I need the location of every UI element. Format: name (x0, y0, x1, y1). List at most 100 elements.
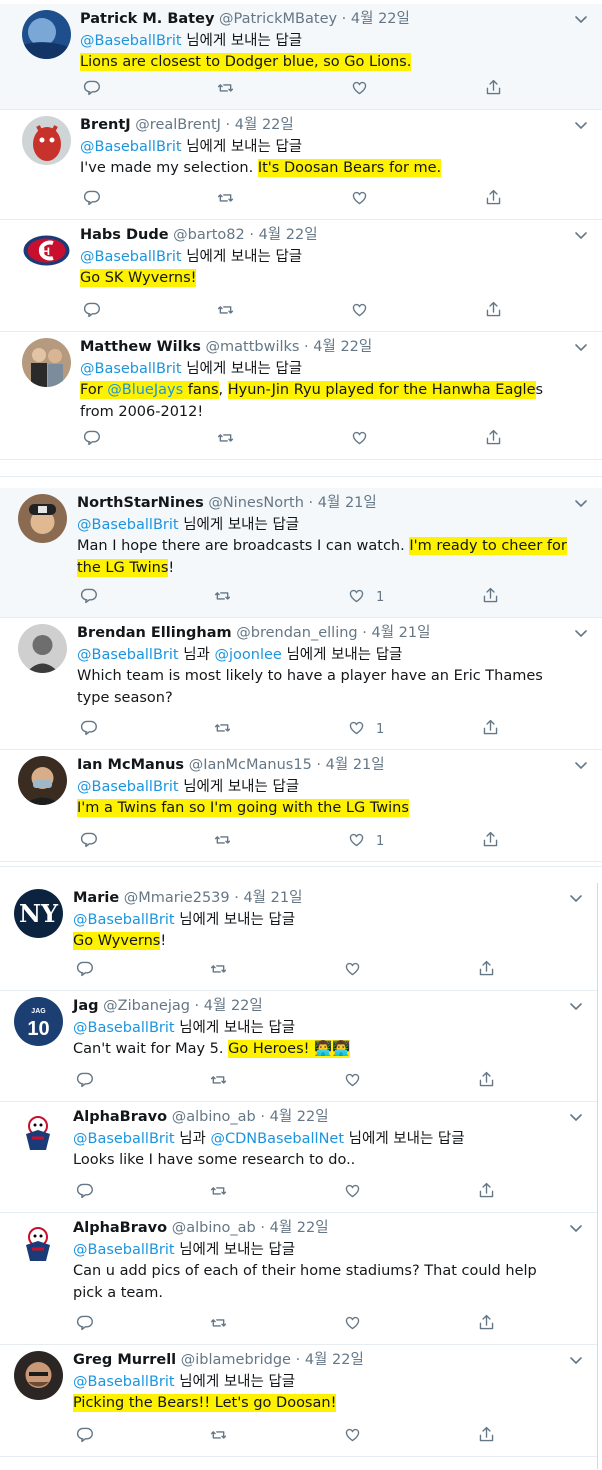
display-name[interactable]: AlphaBravo (73, 1220, 167, 1236)
reply-button[interactable] (75, 1425, 94, 1447)
mention-link[interactable]: @BaseballBrit (73, 1374, 175, 1390)
chevron-down-icon[interactable] (568, 1110, 584, 1124)
chevron-down-icon[interactable] (573, 340, 589, 354)
reply-button[interactable] (82, 428, 101, 450)
user-handle[interactable]: @NinesNorth (208, 495, 304, 511)
retweet-button[interactable] (209, 1070, 228, 1092)
avatar[interactable] (14, 1108, 63, 1157)
tweet-card[interactable]: H Habs Dude @barto82 · 4월 22일 @BaseballBri… (0, 220, 602, 332)
tweet-date[interactable]: 4월 22일 (204, 998, 263, 1014)
tweet-card[interactable]: NY Marie @Mmarie2539 · 4월 21일 @BaseballBri… (0, 883, 597, 991)
share-button[interactable] (477, 959, 496, 981)
like-button[interactable] (350, 78, 379, 100)
retweet-button[interactable] (216, 300, 235, 322)
like-button[interactable]: 1 (347, 586, 384, 608)
chevron-down-icon[interactable] (573, 118, 589, 132)
user-handle[interactable]: @barto82 (173, 227, 245, 243)
avatar[interactable] (22, 116, 71, 165)
retweet-button[interactable] (209, 1181, 228, 1203)
reply-button[interactable] (75, 959, 94, 981)
tweet-date[interactable]: 4월 22일 (351, 11, 410, 27)
reply-button[interactable] (75, 1313, 94, 1335)
display-name[interactable]: Brendan Ellingham (77, 625, 232, 641)
user-handle[interactable]: @albino_ab (172, 1109, 256, 1125)
reply-button[interactable] (79, 718, 98, 740)
retweet-button[interactable] (213, 718, 232, 740)
like-button[interactable]: 1 (347, 830, 384, 852)
tweet-card[interactable]: Patrick M. Batey @PatrickMBatey · 4월 22일… (0, 4, 602, 110)
retweet-button[interactable] (213, 830, 232, 852)
tweet-date[interactable]: 4월 22일 (235, 117, 294, 133)
retweet-button[interactable] (209, 1425, 228, 1447)
avatar[interactable] (18, 624, 67, 673)
display-name[interactable]: Matthew Wilks (80, 339, 201, 355)
tweet-date[interactable]: 4월 22일 (259, 227, 318, 243)
retweet-button[interactable] (216, 78, 235, 100)
display-name[interactable]: Jag (73, 998, 99, 1014)
like-button[interactable] (350, 300, 379, 322)
mention-link[interactable]: @BlueJays (107, 381, 184, 399)
display-name[interactable]: Greg Murrell (73, 1352, 176, 1368)
user-handle[interactable]: @brendan_elling (236, 625, 357, 641)
mention-link[interactable]: @BaseballBrit (77, 779, 179, 795)
share-button[interactable] (477, 1181, 496, 1203)
avatar[interactable]: H (22, 226, 71, 275)
mention-link[interactable]: @joonlee (214, 647, 281, 663)
tweet-card[interactable]: AlphaBravo @albino_ab · 4월 22일 @BaseballB… (0, 1102, 597, 1213)
like-button[interactable] (350, 428, 379, 450)
tweet-date[interactable]: 4월 22일 (313, 339, 372, 355)
tweet-date[interactable]: 4월 21일 (243, 890, 302, 906)
chevron-down-icon[interactable] (573, 12, 589, 26)
like-button[interactable] (343, 1070, 372, 1092)
chevron-down-icon[interactable] (568, 999, 584, 1013)
user-handle[interactable]: @Zibanejag (103, 998, 190, 1014)
retweet-button[interactable] (216, 188, 235, 210)
share-button[interactable] (484, 78, 503, 100)
user-handle[interactable]: @realBrentJ (135, 117, 221, 133)
reply-button[interactable] (75, 1181, 94, 1203)
avatar[interactable] (14, 1351, 63, 1400)
reply-button[interactable] (82, 188, 101, 210)
tweet-card[interactable]: Greg Murrell @iblamebridge · 4월 22일 @Base… (0, 1345, 597, 1457)
display-name[interactable]: Ian McManus (77, 757, 184, 773)
like-button[interactable] (343, 1181, 372, 1203)
tweet-date[interactable]: 4월 22일 (270, 1109, 329, 1125)
share-button[interactable] (481, 830, 500, 852)
mention-link[interactable]: @BaseballBrit (77, 647, 179, 663)
mention-link[interactable]: @BaseballBrit (80, 33, 182, 49)
tweet-date[interactable]: 4월 21일 (326, 757, 385, 773)
like-button[interactable] (343, 1425, 372, 1447)
tweet-date[interactable]: 4월 21일 (318, 495, 377, 511)
chevron-down-icon[interactable] (568, 1353, 584, 1367)
tweet-date[interactable]: 4월 22일 (270, 1220, 329, 1236)
display-name[interactable]: Habs Dude (80, 227, 169, 243)
reply-button[interactable] (75, 1070, 94, 1092)
mention-link[interactable]: @BaseballBrit (73, 1131, 175, 1147)
display-name[interactable]: Marie (73, 890, 119, 906)
tweet-date[interactable]: 4월 22일 (305, 1352, 364, 1368)
share-button[interactable] (481, 718, 500, 740)
tweet-date[interactable]: 4월 21일 (371, 625, 430, 641)
chevron-down-icon[interactable] (573, 626, 589, 640)
share-button[interactable] (477, 1070, 496, 1092)
display-name[interactable]: Patrick M. Batey (80, 11, 214, 27)
user-handle[interactable]: @iblamebridge (181, 1352, 291, 1368)
tweet-card[interactable]: BrentJ @realBrentJ · 4월 22일 @BaseballBrit… (0, 110, 602, 220)
like-button[interactable] (343, 1313, 372, 1335)
user-handle[interactable]: @albino_ab (172, 1220, 256, 1236)
tweet-card[interactable]: Brendan Ellingham @brendan_elling · 4월 2… (0, 618, 602, 750)
user-handle[interactable]: @Mmarie2539 (124, 890, 230, 906)
mention-link[interactable]: @BaseballBrit (80, 361, 182, 377)
mention-link[interactable]: @BaseballBrit (80, 139, 182, 155)
share-button[interactable] (484, 300, 503, 322)
share-button[interactable] (484, 188, 503, 210)
chevron-down-icon[interactable] (573, 758, 589, 772)
retweet-button[interactable] (209, 1313, 228, 1335)
like-button[interactable]: 1 (347, 718, 384, 740)
avatar[interactable]: JAG 10 (14, 997, 63, 1046)
avatar[interactable] (22, 338, 71, 387)
mention-link[interactable]: @BaseballBrit (73, 912, 175, 928)
avatar[interactable] (18, 756, 67, 805)
display-name[interactable]: BrentJ (80, 117, 131, 133)
mention-link[interactable]: @BaseballBrit (73, 1020, 175, 1036)
